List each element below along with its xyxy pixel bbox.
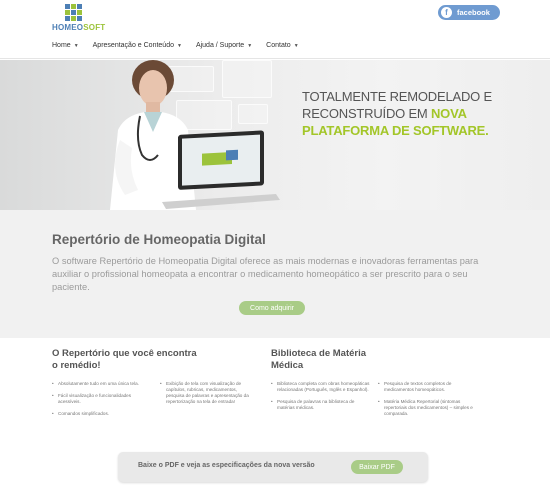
tagline-period: .	[485, 123, 489, 138]
site-header: HOMEOSOFT f facebook Home ▼ Apresentação…	[0, 0, 550, 60]
caret-down-icon: ▼	[73, 42, 79, 49]
tagline-highlight: plataforma de software	[302, 123, 486, 138]
nav-label: Home	[52, 42, 71, 49]
nav-item-ajuda[interactable]: Ajuda / Suporte ▼	[196, 42, 252, 49]
laptop-app-badge	[226, 149, 238, 161]
intro-text: O software Repertório de Homeopatia Digi…	[52, 256, 479, 292]
page-title: Repertório de Homeopatia Digital	[52, 232, 266, 247]
pdf-text: Baixe o PDF e veja as especificações da …	[138, 462, 315, 469]
repertorio-title: O Repertório que você encontra o remédio…	[52, 348, 197, 371]
logo[interactable]: HOMEOSOFT	[52, 4, 105, 32]
nav-item-apresentacao[interactable]: Apresentação e Conteúdo ▼	[93, 42, 182, 49]
tagline-line1: Totalmente remodelado e	[302, 89, 492, 104]
caret-down-icon: ▼	[176, 42, 182, 49]
logo-text-soft: SOFT	[83, 23, 106, 32]
list-item: Exibição de tela com visualização de cap…	[160, 381, 255, 405]
nav-label: Apresentação e Conteúdo	[92, 42, 174, 49]
list-item: Comandos simplificados.	[52, 411, 147, 417]
nav-item-home[interactable]: Home ▼	[52, 42, 79, 49]
repertorio-list-2: Exibição de tela com visualização de cap…	[160, 381, 255, 411]
nav-divider	[0, 58, 550, 59]
logo-text: HOMEOSOFT	[52, 23, 105, 32]
facebook-button[interactable]: f facebook	[438, 5, 500, 20]
logo-square	[65, 16, 70, 21]
face-shape	[139, 70, 167, 106]
repertorio-list-1: Absolutamente tudo em uma única tela. Fá…	[52, 381, 147, 423]
logo-square	[77, 16, 82, 21]
tagline-line3: plataforma de software.	[302, 122, 492, 139]
nav-label: Contato	[266, 42, 291, 49]
list-item: Pesquisa de textos completos de medicame…	[378, 381, 478, 393]
biblioteca-list-2: Pesquisa de textos completos de medicame…	[378, 381, 478, 423]
como-adquirir-button[interactable]: Como adquirir	[239, 301, 305, 315]
logo-square	[65, 10, 70, 15]
baixar-pdf-button[interactable]: Baixar PDF	[351, 460, 403, 474]
logo-text-homeo: HOMEO	[52, 23, 84, 32]
hero-banner: Totalmente remodelado e reconstruído em …	[0, 60, 550, 210]
caret-down-icon: ▼	[247, 42, 253, 49]
intro-section: Repertório de Homeopatia Digital O softw…	[0, 210, 550, 338]
tagline-line2: reconstruído em nova	[302, 105, 492, 122]
nav-label: Ajuda / Suporte	[195, 42, 245, 49]
list-item: Matéria Médica Repertorial (sintomas rep…	[378, 399, 478, 417]
biblioteca-title: Biblioteca de Matéria Médica	[271, 348, 367, 371]
list-item: Fácil visualização e funcionalidades ace…	[52, 393, 147, 405]
logo-square	[71, 4, 76, 9]
banner-tagline: Totalmente remodelado e reconstruído em …	[302, 88, 492, 139]
facebook-label: facebook	[457, 8, 490, 17]
logo-grid-icon	[65, 4, 83, 22]
list-item: Absolutamente tudo em uma única tela.	[52, 381, 147, 387]
list-item: Pesquisa de palavras na biblioteca de ma…	[271, 399, 371, 411]
biblioteca-list-1: Biblioteca completa com obras homeopátic…	[271, 381, 371, 417]
tagline-highlight: nova	[430, 106, 467, 121]
pdf-download-bar: Baixe o PDF e veja as especificações da …	[118, 452, 428, 482]
logo-square	[65, 4, 70, 9]
tagline-line2-text: reconstruído em	[302, 106, 431, 121]
doctor-illustration	[110, 60, 280, 210]
facebook-icon: f	[441, 7, 452, 18]
logo-square	[71, 10, 76, 15]
nav-item-contato[interactable]: Contato ▼	[266, 42, 298, 49]
list-item: Biblioteca completa com obras homeopátic…	[271, 381, 371, 393]
caret-down-icon: ▼	[293, 42, 299, 49]
logo-square	[71, 16, 76, 21]
logo-square	[77, 4, 82, 9]
main-nav: Home ▼ Apresentação e Conteúdo ▼ Ajuda /…	[52, 42, 313, 49]
logo-square	[77, 10, 82, 15]
